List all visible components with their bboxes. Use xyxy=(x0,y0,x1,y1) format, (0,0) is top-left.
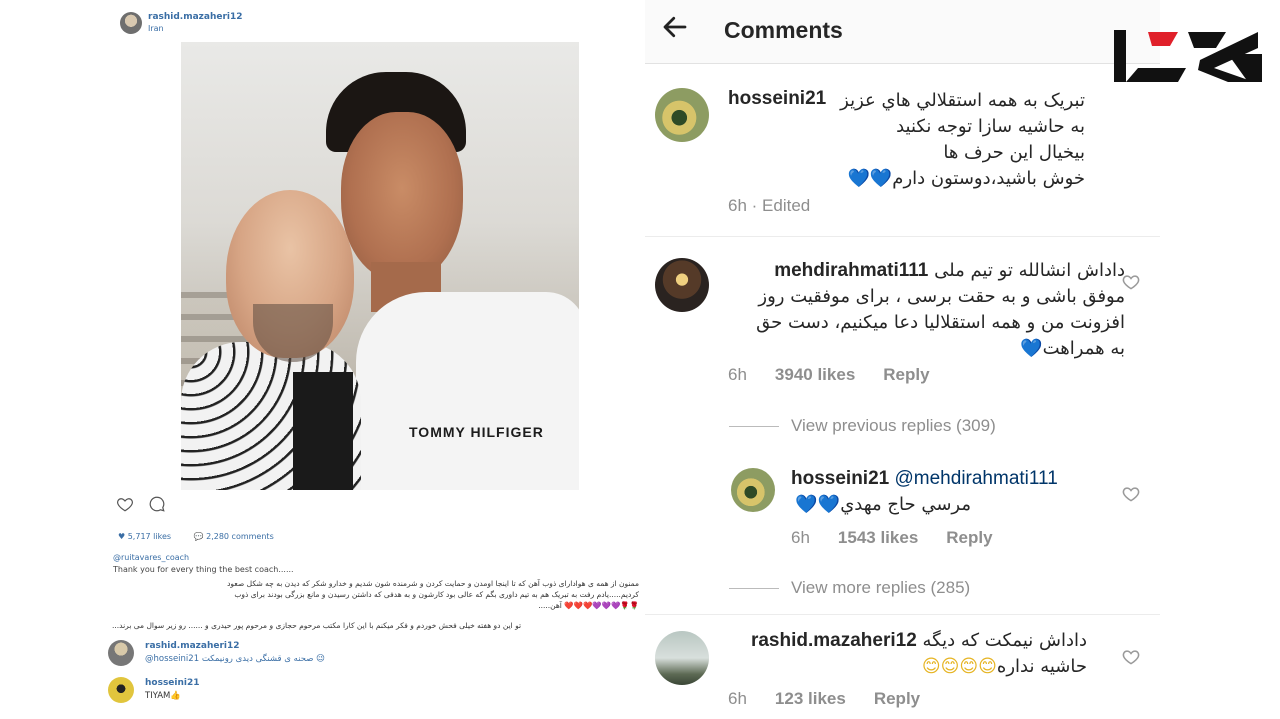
comments-topbar: Comments xyxy=(645,0,1160,64)
reply-thread-line xyxy=(729,426,779,428)
comment-time: 6h xyxy=(791,528,810,547)
photo-person-right-shirt xyxy=(356,292,579,490)
reply-button[interactable]: Reply xyxy=(874,689,920,708)
comments-count[interactable]: 💬 2,280 comments xyxy=(194,532,284,541)
comment-meta: 6h 1543 likes Reply xyxy=(791,528,993,548)
caption-english: Thank you for every thing the best coach… xyxy=(113,565,294,574)
comment-item: داداش نيمكت كه ديگه rashid.mazaheri12 حا… xyxy=(645,625,1165,719)
commenter-avatar[interactable] xyxy=(108,640,134,666)
commenter-username[interactable]: rashid.mazaheri12 xyxy=(145,641,240,651)
commenter-avatar[interactable] xyxy=(108,677,134,703)
view-previous-replies[interactable]: View previous replies (309) xyxy=(729,416,996,436)
comment-meta: 6h 3940 likes Reply xyxy=(728,365,930,385)
comment-text: TIYAM👍 xyxy=(145,691,181,701)
comment-mention[interactable]: @mehdirahmati111 xyxy=(895,468,1058,489)
blue-hearts-emoji: 💙💙 xyxy=(795,494,841,515)
post-photo: TOMMY HILFIGER xyxy=(181,42,579,490)
caption-line: کردیم.....یادم رفت به تبریک هم به تیم دا… xyxy=(234,590,639,599)
likes-count[interactable]: ♥ 5,717 likes xyxy=(118,532,181,541)
view-more-replies[interactable]: View more replies (285) xyxy=(729,578,970,598)
caption-line: ممنون از همه ی هوادارای ذوب آهن که تا ای… xyxy=(227,579,639,588)
reply-thread-line xyxy=(729,588,779,590)
post-location[interactable]: Iran xyxy=(148,24,164,33)
commenter-avatar[interactable] xyxy=(655,258,709,312)
instagram-post-screenshot: rashid.mazaheri12 Iran TOMMY HILFIGER ♥ … xyxy=(0,0,640,719)
commenter-avatar[interactable] xyxy=(655,88,709,142)
photo-person-left-tshirt xyxy=(293,372,353,490)
comment-time: 6h xyxy=(728,196,747,215)
comment-author[interactable]: rashid.mazaheri12 xyxy=(751,628,917,654)
comment-text: تبریک به همه استقلالي هاي عزيز به حاشيه … xyxy=(840,90,1085,189)
page-title: Comments xyxy=(724,17,843,43)
comment-likes[interactable]: 1543 likes xyxy=(838,528,918,547)
comment-reply-item: hosseini21 @mehdirahmati111 مرسي حاج مهد… xyxy=(645,462,1165,562)
comment-item: hosseini21 تبریک به همه استقلالي هاي عزي… xyxy=(645,80,1165,230)
photo-person-right-face xyxy=(341,112,463,282)
commenter-avatar[interactable] xyxy=(655,631,709,685)
reply-button[interactable]: Reply xyxy=(883,365,929,384)
post-author-avatar[interactable] xyxy=(120,12,142,34)
comment-author[interactable]: hosseini21 xyxy=(791,468,889,489)
comment-meta: 6h 123 likes Reply xyxy=(728,689,920,709)
heart-outline-icon[interactable] xyxy=(1120,647,1142,669)
commenter-username[interactable]: hosseini21 xyxy=(145,678,200,688)
comment-likes[interactable]: 3940 likes xyxy=(775,365,855,384)
comment-author-line: hosseini21 @mehdirahmati111 xyxy=(791,468,1058,490)
divider xyxy=(645,614,1160,615)
commenter-avatar[interactable] xyxy=(731,468,775,512)
divider xyxy=(645,236,1160,237)
arrow-left-icon[interactable] xyxy=(655,12,695,52)
heart-outline-icon[interactable] xyxy=(1120,272,1142,294)
smile-emoji: 😊😊😊😊 xyxy=(921,656,997,677)
caption-persian-2: تو این دو هفته خیلی فحش خوردم و فکر میکن… xyxy=(112,621,522,630)
comment-item: داداش انشالله تو تیم ملی mehdirahmati111… xyxy=(645,250,1165,400)
comment-likes[interactable]: 123 likes xyxy=(775,689,846,708)
comment-text: @hosseini21 صحنه ی قشنگی دیدی رونیمکت 😉 xyxy=(145,654,326,664)
comment-time: 6h xyxy=(728,365,747,384)
heart-outline-icon[interactable] xyxy=(1120,484,1142,506)
shirt-logo-text: TOMMY HILFIGER xyxy=(409,424,544,440)
caption-persian: ممنون از همه ی هوادارای ذوب آهن که تا ای… xyxy=(112,578,639,611)
like-heart-icon[interactable] xyxy=(115,495,135,515)
comment-text: داداش نيمكت كه ديگه rashid.mazaheri12 حا… xyxy=(750,628,1087,677)
site-logo-icon xyxy=(1114,30,1262,82)
comment-text: مرسي حاج مهدي💙💙 xyxy=(795,494,971,515)
caption-mention[interactable]: @ruitavares_coach xyxy=(113,553,189,562)
comment-text: داداش انشالله تو تیم ملی mehdirahmati111… xyxy=(756,258,1125,359)
comment-time: 6h xyxy=(728,689,747,708)
comment-bubble-icon[interactable] xyxy=(147,495,167,515)
blue-hearts-emoji: 💙💙 xyxy=(847,168,893,189)
blue-heart-emoji: 💙 xyxy=(1020,338,1043,359)
caption-hearts-emoji: 🌹🌹💜💜💜❤️❤️❤️ xyxy=(564,601,639,610)
post-author-username[interactable]: rashid.mazaheri12 xyxy=(148,12,243,22)
comment-meta: 6h · Edited xyxy=(728,196,811,215)
comment-edited-label: Edited xyxy=(762,196,811,215)
caption-line: 🌹🌹💜💜💜❤️❤️❤️ آهن..... xyxy=(538,601,639,610)
reply-button[interactable]: Reply xyxy=(946,528,992,547)
post-stats: ♥ 5,717 likes 💬 2,280 comments xyxy=(118,532,294,541)
comment-author[interactable]: mehdirahmati111 xyxy=(774,258,928,284)
comments-screen: Comments hosseini21 تبریک به همه استقلال… xyxy=(645,0,1280,719)
